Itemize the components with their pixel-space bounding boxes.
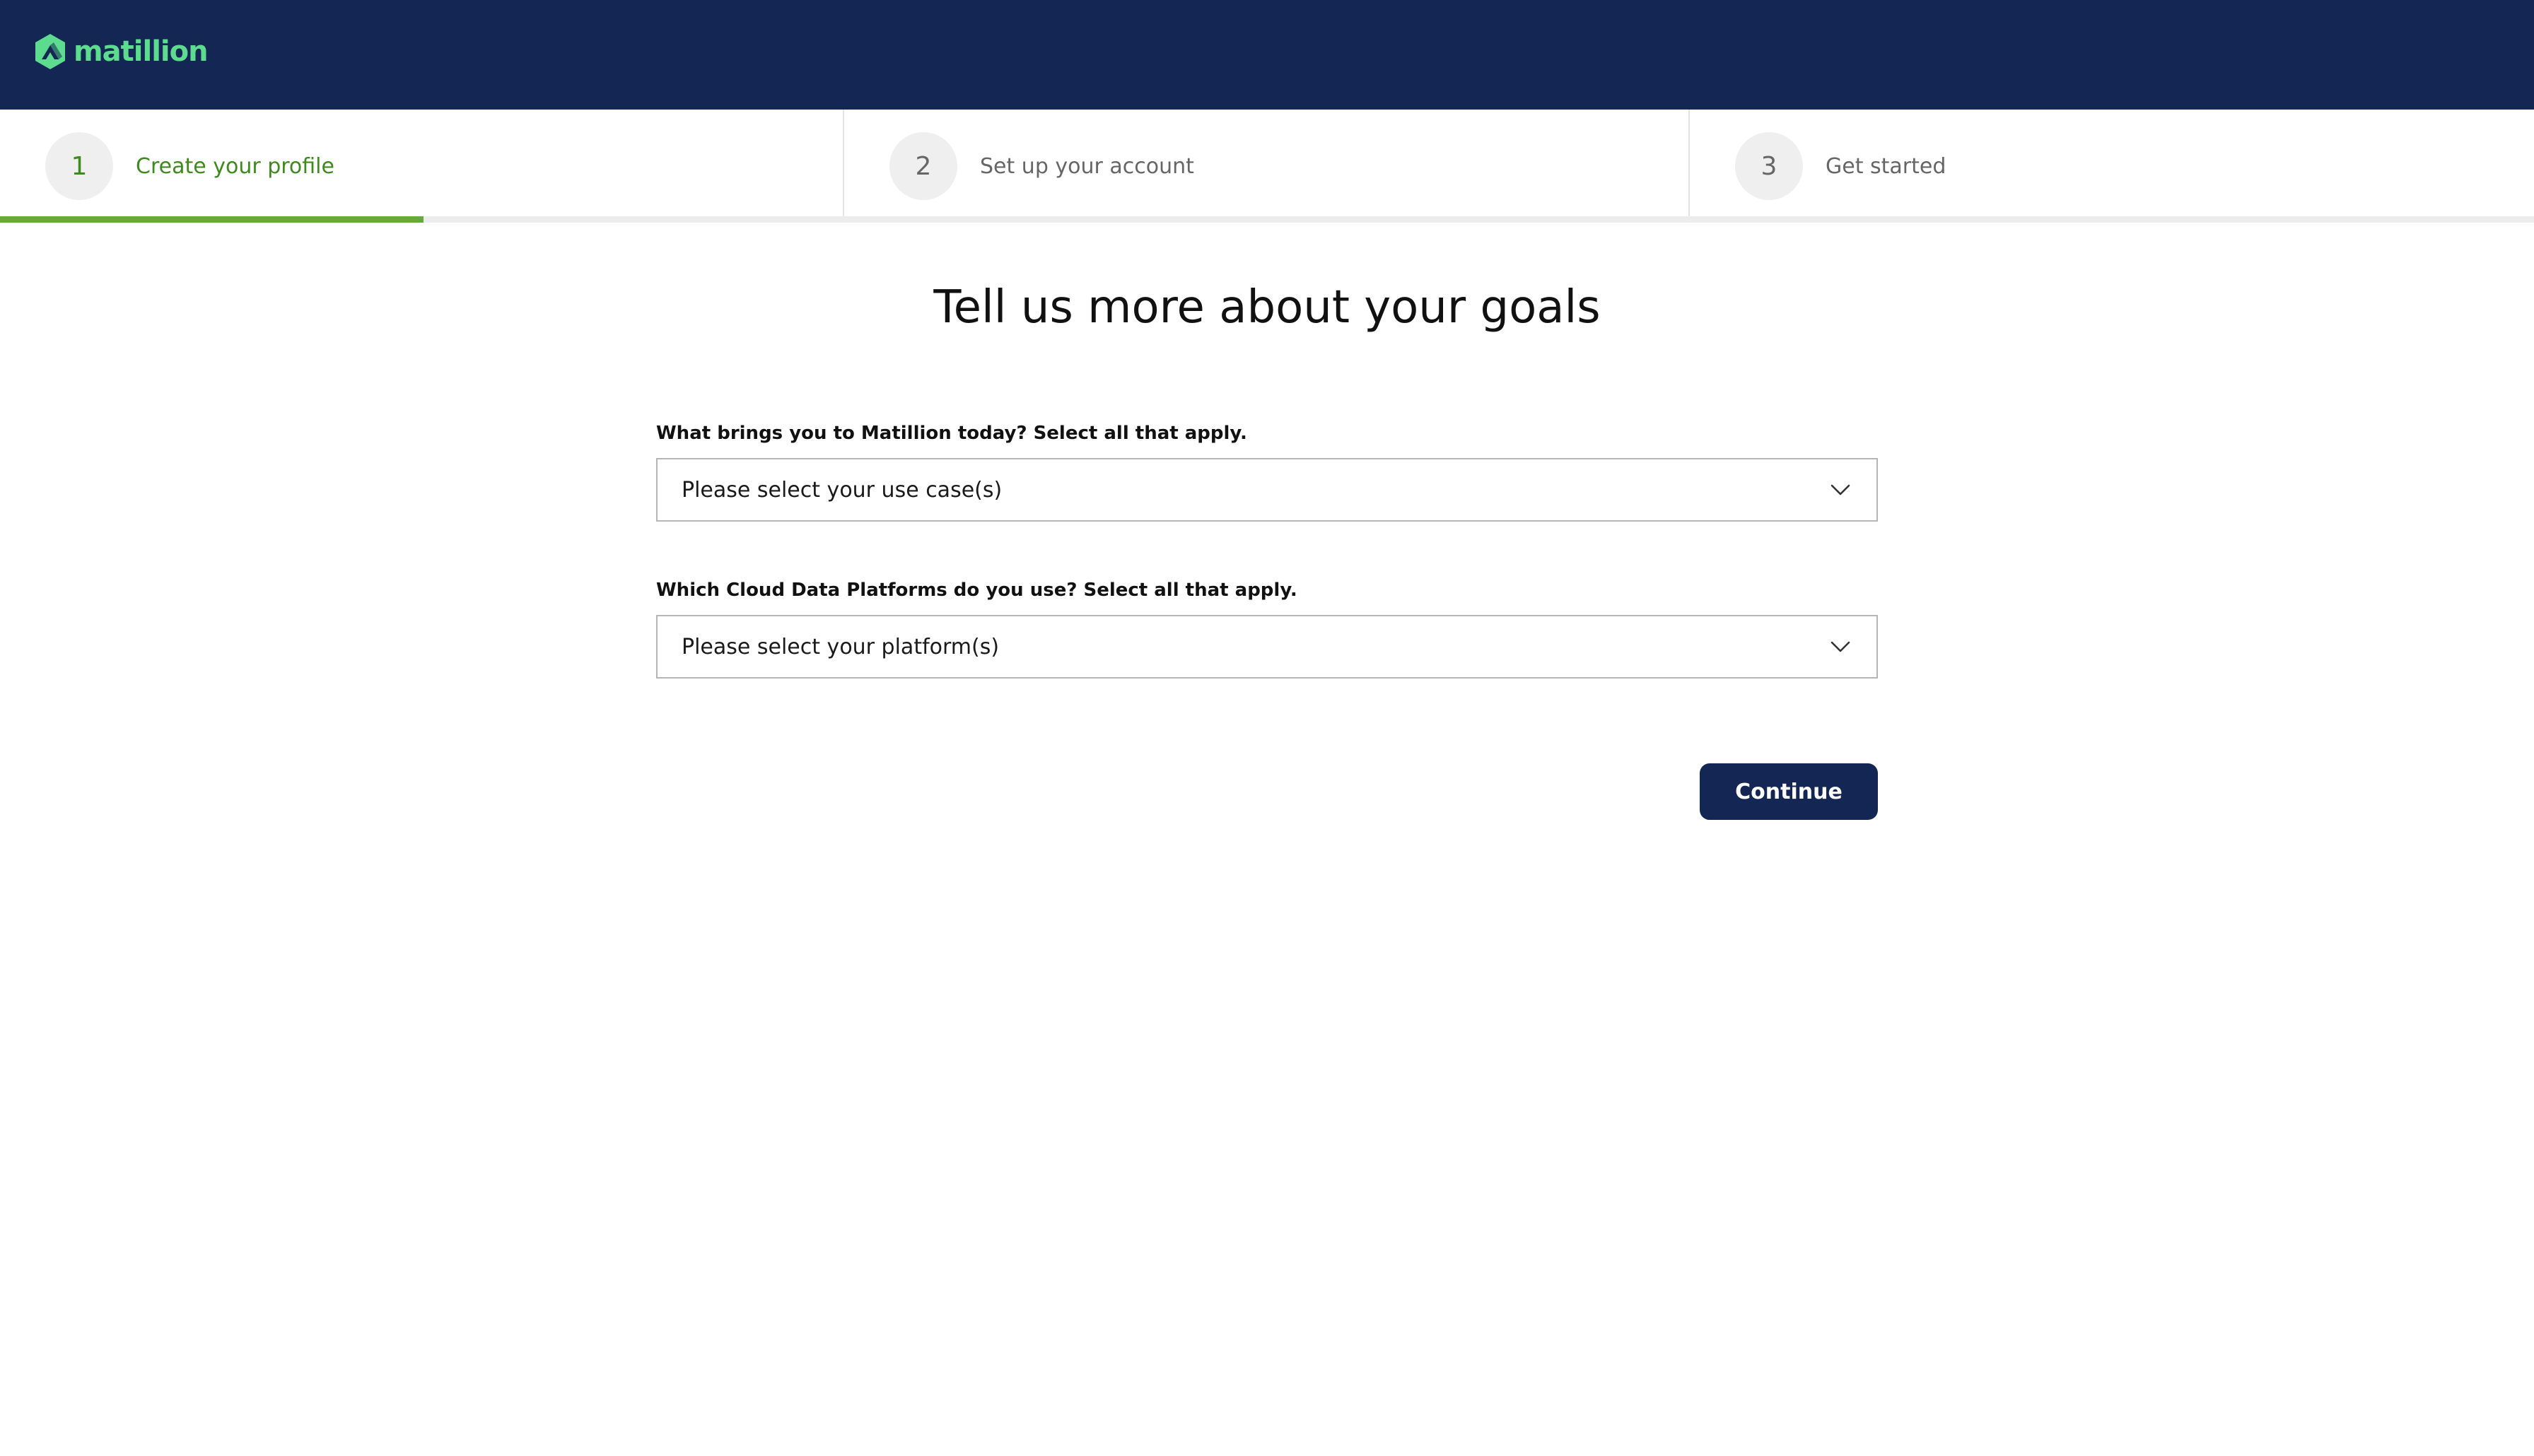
use-case-select[interactable]: Please select your use case(s)	[656, 458, 1878, 522]
step-label: Create your profile	[136, 153, 334, 179]
step-get-started: 3 Get started	[1690, 110, 2534, 223]
step-number-badge: 3	[1735, 132, 1803, 200]
top-header: matillion	[0, 0, 2534, 110]
step-number-badge: 1	[45, 132, 113, 200]
platform-select[interactable]: Please select your platform(s)	[656, 615, 1878, 679]
onboarding-stepper: 1 Create your profile 2 Set up your acco…	[0, 110, 2534, 223]
matillion-logo-icon	[35, 34, 65, 69]
progress-bar-fill	[0, 216, 424, 223]
page-title: Tell us more about your goals	[933, 281, 1601, 334]
chevron-down-icon	[1831, 484, 1850, 495]
matillion-logo[interactable]: matillion	[33, 31, 209, 72]
continue-button[interactable]: Continue	[1700, 763, 1878, 820]
platform-placeholder: Please select your platform(s)	[682, 634, 1000, 659]
step-set-up-account: 2 Set up your account	[844, 110, 1690, 223]
step-create-profile: 1 Create your profile	[0, 110, 844, 223]
use-case-label: What brings you to Matillion today? Sele…	[656, 423, 1247, 444]
step-label: Set up your account	[980, 153, 1194, 179]
progress-bar	[0, 216, 2534, 223]
chevron-down-icon	[1831, 641, 1850, 652]
logo-wordmark: matillion	[74, 35, 209, 68]
step-label: Get started	[1826, 153, 1946, 179]
platform-label: Which Cloud Data Platforms do you use? S…	[656, 580, 1297, 601]
step-number-badge: 2	[889, 132, 957, 200]
use-case-placeholder: Please select your use case(s)	[682, 477, 1003, 503]
